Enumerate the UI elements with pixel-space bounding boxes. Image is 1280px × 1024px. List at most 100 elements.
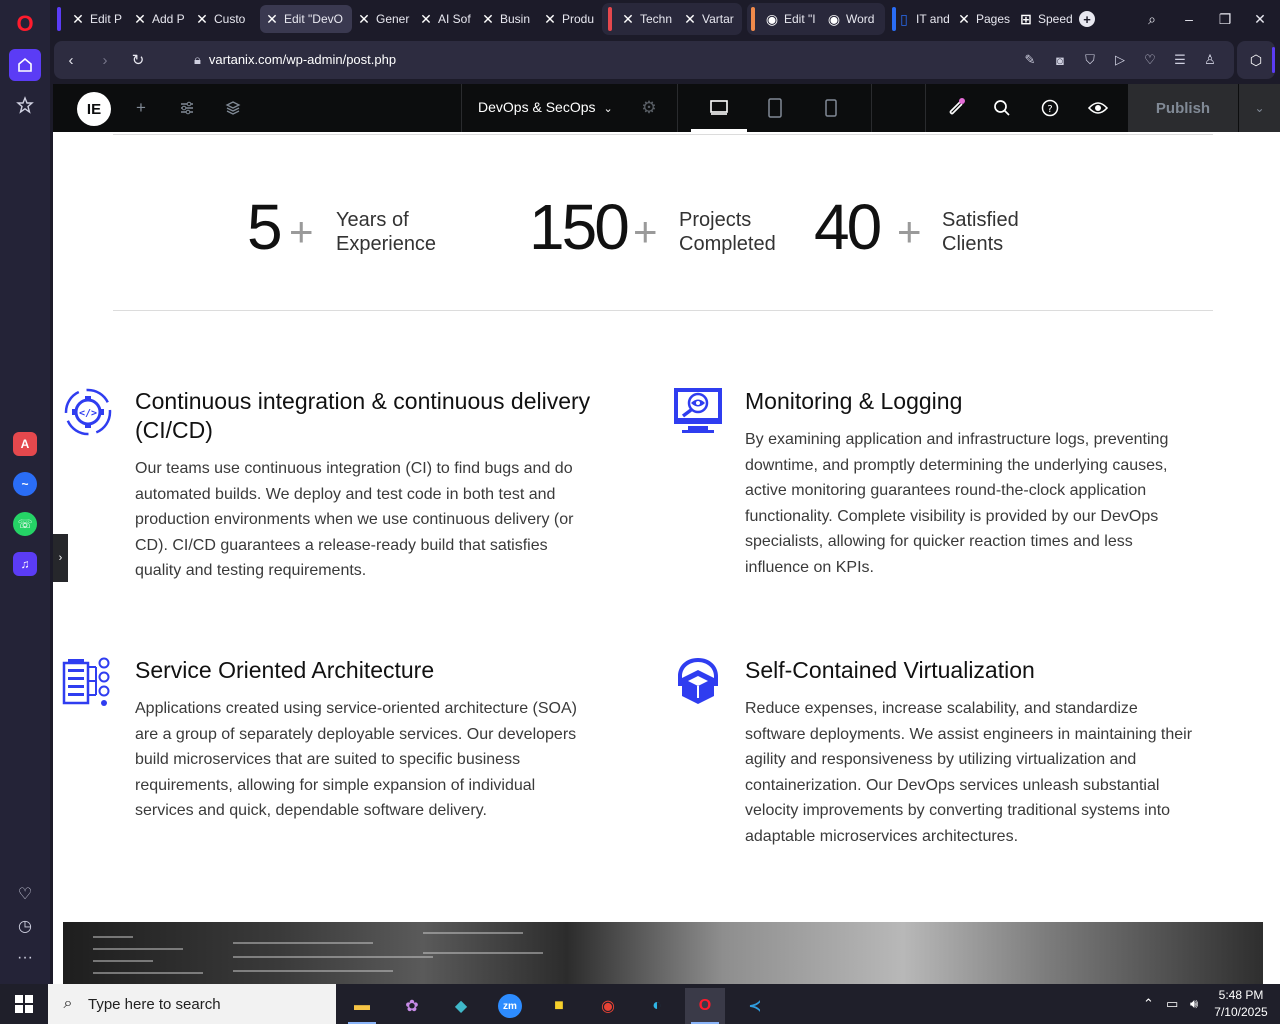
home-icon[interactable] bbox=[9, 49, 41, 81]
stat-number: 40 bbox=[814, 191, 882, 263]
tab-group-marker bbox=[57, 7, 61, 31]
chrome-icon[interactable]: ◉ bbox=[588, 988, 628, 1024]
menu-icon[interactable]: ☰ bbox=[1171, 51, 1189, 69]
page-settings-gear-icon[interactable]: ⚙ bbox=[637, 96, 661, 120]
page-canvas: 5 + Years of Experience 150 + Projects C… bbox=[53, 132, 1280, 984]
hero-image bbox=[63, 922, 1263, 984]
new-tab-icon[interactable]: + bbox=[1079, 11, 1095, 27]
desktop-view-icon[interactable] bbox=[707, 96, 731, 120]
elementor-icon: ✕ bbox=[72, 10, 84, 27]
profile-icon[interactable]: ♙ bbox=[1201, 51, 1219, 69]
structure-layers-icon[interactable] bbox=[221, 96, 245, 120]
history-icon[interactable]: ◷ bbox=[9, 910, 41, 942]
panel-toggle-chevron-icon[interactable]: › bbox=[53, 534, 68, 582]
elementor-logo-icon[interactable]: IE bbox=[77, 92, 111, 126]
code-line bbox=[93, 936, 133, 938]
tray-overflow-chevron-icon[interactable]: ⌃ bbox=[1143, 996, 1154, 1012]
browser-tab[interactable]: ✕ Custo bbox=[190, 5, 254, 33]
back-icon[interactable]: ‹ bbox=[60, 49, 82, 71]
elementor-icon: ✕ bbox=[544, 10, 556, 27]
vscode-icon[interactable]: ≺ bbox=[735, 988, 775, 1024]
tablet-view-icon[interactable] bbox=[763, 96, 787, 120]
site-settings-icon[interactable] bbox=[175, 96, 199, 120]
heart-icon[interactable]: ♡ bbox=[9, 878, 41, 910]
browser-tab[interactable]: ✕ Techn bbox=[616, 5, 676, 33]
publish-button[interactable]: Publish bbox=[1128, 84, 1238, 132]
zoom-icon[interactable]: zm bbox=[490, 988, 530, 1024]
extensions-icon[interactable]: ⬡ bbox=[1237, 41, 1275, 79]
favorite-icon[interactable]: ♡ bbox=[1141, 51, 1159, 69]
browser-tab[interactable]: ✕ Produ bbox=[538, 5, 598, 33]
search-icon[interactable] bbox=[990, 96, 1014, 120]
url-field[interactable]: 🔒︎ vartanix.com/wp-admin/post.php bbox=[194, 52, 396, 68]
edit-icon[interactable]: ✎ bbox=[1021, 51, 1039, 69]
publish-options-chevron-icon[interactable]: ⌄ bbox=[1239, 84, 1280, 132]
page-title[interactable]: DevOps & SecOps ⌄ bbox=[478, 99, 613, 115]
notifications-icon[interactable] bbox=[944, 96, 968, 120]
shield-icon[interactable]: ⛉ bbox=[1081, 51, 1099, 69]
divider-top bbox=[113, 134, 1213, 135]
opera-logo-icon[interactable]: O bbox=[13, 12, 37, 36]
code-line bbox=[423, 932, 523, 934]
file-explorer-icon[interactable]: ▬ bbox=[342, 988, 382, 1024]
service-description: Applications created using service-orien… bbox=[135, 700, 577, 820]
mobile-view-icon[interactable] bbox=[819, 96, 843, 120]
system-clock[interactable]: 5:48 PM 7/10/2025 bbox=[1210, 987, 1272, 1021]
elementor-icon: ✕ bbox=[482, 10, 494, 27]
aria-app-icon[interactable]: A bbox=[13, 432, 37, 456]
help-icon[interactable]: ? bbox=[1038, 96, 1062, 120]
monitoring-eye-icon bbox=[674, 388, 722, 433]
browser-tab[interactable]: ✕ Add P bbox=[128, 5, 188, 33]
browser-tab-active[interactable]: ✕ Edit "DevO bbox=[260, 5, 352, 33]
browser-tab[interactable]: ✕ Pages bbox=[952, 5, 1012, 33]
opera-taskbar-icon[interactable]: O bbox=[685, 988, 725, 1024]
send-icon[interactable]: ▷ bbox=[1111, 51, 1129, 69]
windows-start-icon[interactable] bbox=[0, 984, 48, 1024]
service-title: Monitoring & Logging bbox=[745, 388, 963, 414]
messenger-icon[interactable]: ~ bbox=[13, 472, 37, 496]
browser-tab[interactable]: ✕ Edit P bbox=[66, 5, 126, 33]
stat-label: Years of Experience bbox=[336, 209, 437, 255]
wordpress-icon: ◉ bbox=[827, 10, 841, 27]
more-icon[interactable]: ··· bbox=[9, 942, 41, 974]
stat-label: Satisfied Clients bbox=[942, 209, 1019, 255]
browser-tab[interactable]: ◉ Edit "I bbox=[760, 5, 822, 33]
camera-icon[interactable]: ◙ bbox=[1051, 51, 1069, 69]
edge-icon[interactable]: ◐ bbox=[637, 988, 677, 1024]
browser-tab[interactable]: ✕ Busin bbox=[476, 5, 536, 33]
add-element-icon[interactable]: + bbox=[129, 96, 153, 120]
network-icon[interactable]: ▭ bbox=[1166, 996, 1178, 1012]
address-bar: ‹ › ↻ 🔒︎ vartanix.com/wp-admin/post.php ✎… bbox=[54, 41, 1234, 79]
browser-tab[interactable]: ✕ AI Sof bbox=[414, 5, 474, 33]
star-icon[interactable] bbox=[9, 89, 41, 121]
browser-tab[interactable]: ✕ Vartar bbox=[678, 5, 738, 33]
tab-search-icon[interactable]: ⌕ bbox=[1140, 8, 1164, 30]
preview-eye-icon[interactable] bbox=[1086, 96, 1110, 120]
virtualization-cube-icon bbox=[678, 658, 718, 704]
sticky-notes-icon[interactable]: ■ bbox=[539, 988, 579, 1024]
app-icon[interactable]: ◆ bbox=[441, 988, 481, 1024]
screen: O A ~ ☏ ♫ ♡ ◷ ··· ✕ Edit P ✕ Add P ✕ Custo … bbox=[0, 0, 1280, 1024]
close-window-icon[interactable]: ✕ bbox=[1248, 8, 1272, 30]
code-line bbox=[233, 942, 373, 944]
reload-icon[interactable]: ↻ bbox=[127, 49, 149, 71]
tab-strip: ✕ Edit P ✕ Add P ✕ Custo ✕ Edit "DevO ✕ Gener… bbox=[50, 0, 1280, 38]
whatsapp-icon[interactable]: ☏ bbox=[13, 512, 37, 536]
paint-app-icon[interactable]: ✿ bbox=[392, 988, 432, 1024]
music-player-icon[interactable]: ♫ bbox=[13, 552, 37, 576]
tab-group-marker bbox=[608, 7, 612, 31]
svg-text:?: ? bbox=[1047, 104, 1052, 115]
divider-bottom bbox=[113, 310, 1213, 311]
browser-tab[interactable]: ▯ IT and bbox=[892, 5, 952, 33]
minimize-icon[interactable]: – bbox=[1177, 8, 1201, 30]
elementor-icon: ✕ bbox=[196, 10, 208, 27]
browser-tab[interactable]: ✕ Gener bbox=[352, 5, 412, 33]
browser-tab[interactable]: ⊞ Speed bbox=[1014, 5, 1074, 33]
elementor-icon: ✕ bbox=[134, 10, 146, 27]
taskbar-search-input[interactable]: ⌕ Type here to search bbox=[48, 984, 336, 1024]
volume-icon[interactable]: 🔊︎ bbox=[1190, 996, 1198, 1012]
restore-icon[interactable]: ❐ bbox=[1213, 8, 1237, 30]
forward-icon[interactable]: › bbox=[94, 49, 116, 71]
browser-tab[interactable]: ◉ Word bbox=[822, 5, 882, 33]
service-description: By examining application and infrastruct… bbox=[745, 431, 1169, 576]
